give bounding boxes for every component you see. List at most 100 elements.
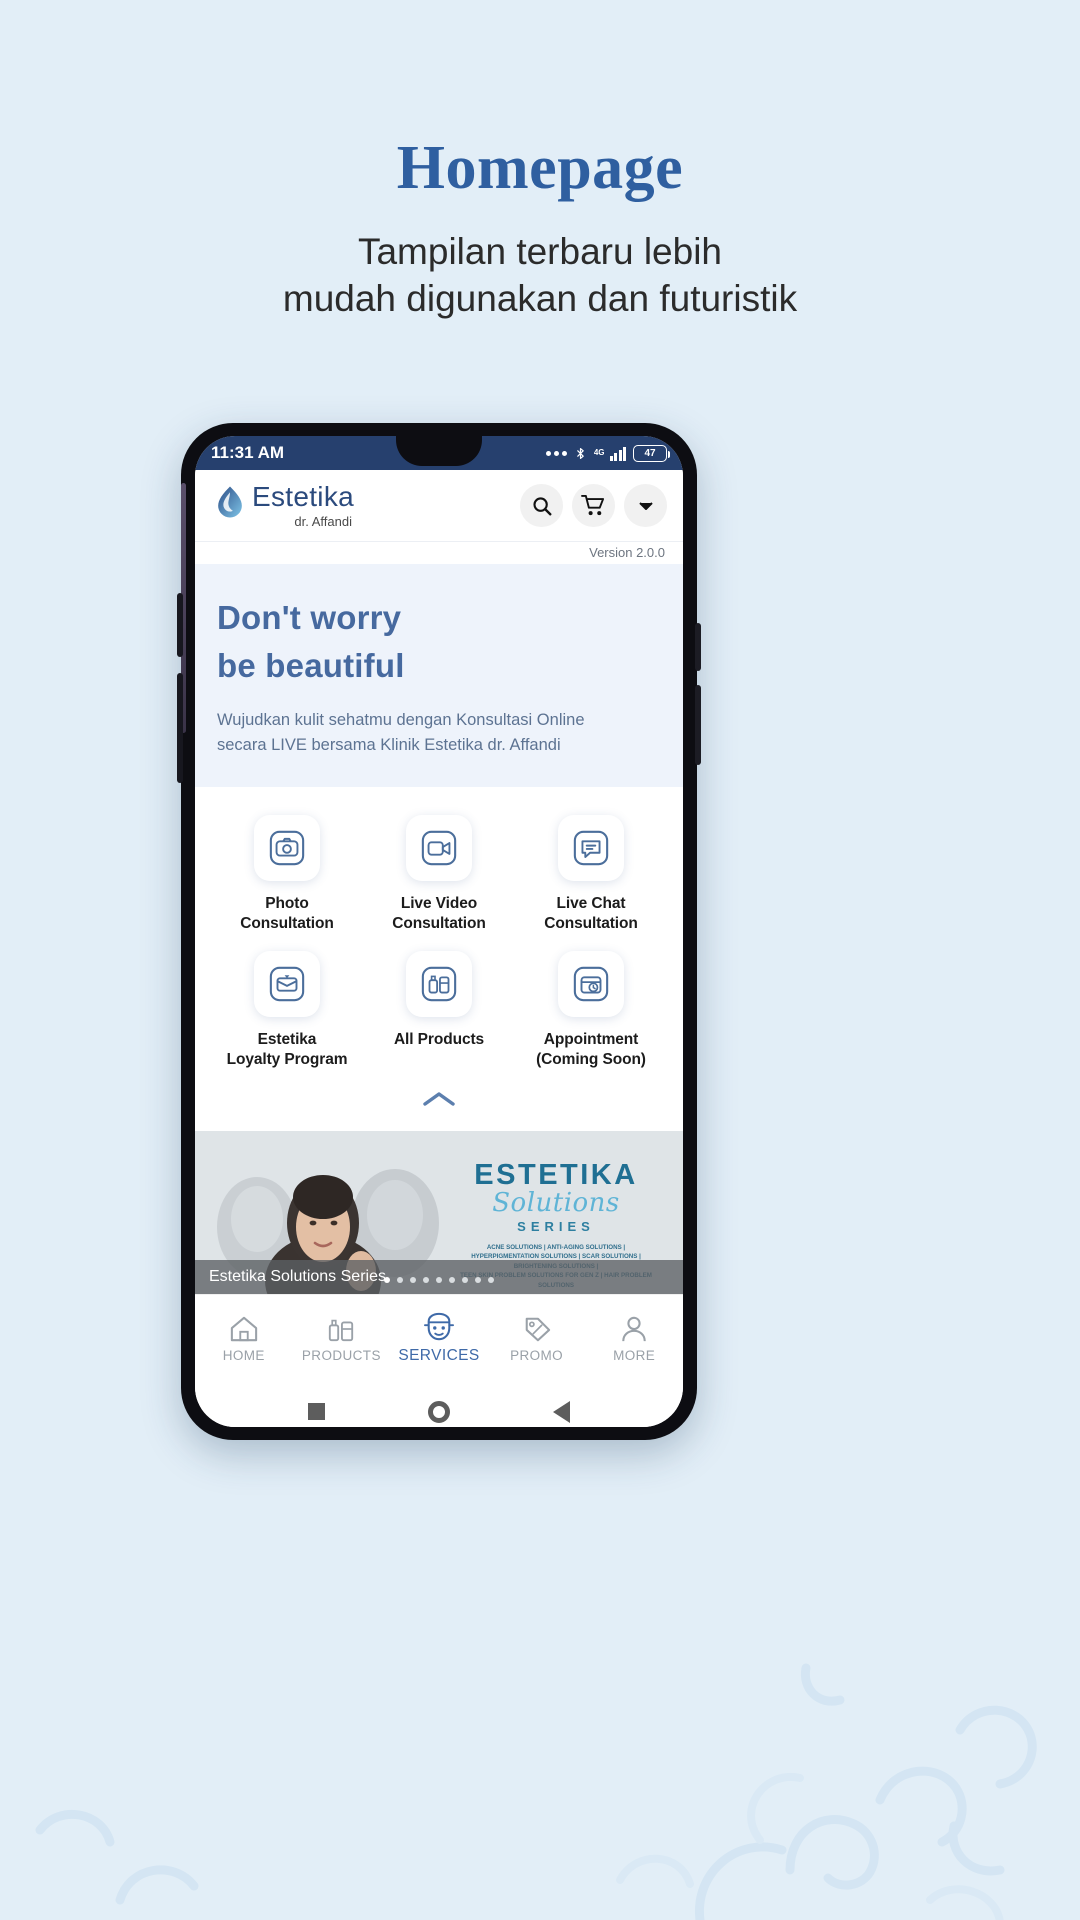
- hero-headline-line-1: Don't worry: [217, 599, 402, 636]
- banner-list-line-1: ACNE SOLUTIONS | ANTI-AGING SOLUTIONS |: [486, 1243, 626, 1251]
- bottom-navigation: HOME PRODUCTS SERVICES PROMO MORE: [195, 1293, 683, 1380]
- search-icon: [532, 496, 551, 515]
- nav-label: HOME: [222, 1348, 265, 1364]
- calendar-clock-icon: [573, 966, 609, 1001]
- nav-item-products[interactable]: PRODUCTS: [293, 1311, 391, 1363]
- menu-label-line-1: Estetika: [257, 1030, 317, 1048]
- quick-menu-grid: Photo Consultation Live Video Consultati…: [195, 786, 683, 1131]
- phone-screen: 11:31 AM 4G 47 Estetika dr. Affandi Vers…: [195, 436, 683, 1427]
- menu-label-line-2: Consultation: [544, 915, 638, 933]
- menu-item-estetika-loyalty-program[interactable]: Estetika Loyalty Program: [211, 950, 363, 1087]
- screenshot-root: Homepage Tampilan terbaru lebih mudah di…: [0, 0, 1080, 1920]
- volume-up-button: [695, 623, 701, 671]
- camera-notch: [396, 436, 482, 466]
- menu-tile: [254, 950, 320, 1017]
- triangle-back-icon[interactable]: [552, 1400, 570, 1423]
- nav-label: SERVICES: [398, 1346, 480, 1364]
- menu-item-label: Appointment (Coming Soon): [536, 1030, 646, 1071]
- menu-tile: [558, 814, 624, 881]
- menu-item-label: Live Chat Consultation: [544, 894, 638, 935]
- android-navigation-bar: [195, 1379, 683, 1427]
- subtitle-line-1: Tampilan terbaru lebih: [357, 231, 723, 272]
- square-recents-icon[interactable]: [308, 1403, 326, 1421]
- hero-body: Wujudkan kulit sehatmu dengan Konsultasi…: [217, 708, 661, 759]
- menu-label-line-2: Consultation: [240, 915, 334, 933]
- nav-item-home[interactable]: HOME: [195, 1311, 293, 1363]
- camera-icon: [269, 830, 305, 866]
- menu-tile: [406, 814, 472, 881]
- nav-label: MORE: [613, 1348, 656, 1364]
- search-button[interactable]: [520, 484, 563, 527]
- promo-banner-carousel[interactable]: ESTETIKA Solutions SERIES ACNE SOLUTIONS…: [195, 1130, 683, 1294]
- banner-brand-bottom: SERIES: [517, 1218, 595, 1234]
- menu-label-line-2: Consultation: [392, 915, 486, 933]
- hero-headline-line-2: be beautiful: [217, 646, 405, 684]
- status-icons: 4G 47: [545, 444, 670, 462]
- status-bar: 11:31 AM 4G 47: [195, 436, 683, 470]
- hero-section: Don't worry be beautiful Wujudkan kulit …: [195, 564, 683, 787]
- signal-bars-icon: [609, 446, 626, 461]
- version-label: Version 2.0.0: [195, 542, 683, 564]
- menu-item-appointment[interactable]: Appointment (Coming Soon): [515, 950, 667, 1087]
- menu-item-photo-consultation[interactable]: Photo Consultation: [211, 814, 363, 951]
- nav-item-promo[interactable]: PROMO: [488, 1311, 586, 1363]
- battery-indicator: 47: [633, 444, 670, 462]
- nav-item-more[interactable]: MORE: [585, 1311, 683, 1363]
- quick-menu-row-2: Estetika Loyalty Program All Products Ap…: [211, 950, 667, 1087]
- chat-bubble-icon: [573, 830, 609, 866]
- network-type-label: 4G: [593, 448, 605, 457]
- shopping-cart-icon: [581, 494, 605, 516]
- menu-item-live-chat-consultation[interactable]: Live Chat Consultation: [515, 814, 667, 951]
- loyalty-card-icon: [269, 966, 305, 1001]
- services-face-icon: [423, 1310, 455, 1342]
- phone-side-button-lower: [177, 673, 183, 783]
- hero-body-line-2: secara LIVE bersama Klinik Estetika dr. …: [217, 736, 561, 755]
- nav-item-services[interactable]: SERVICES: [390, 1310, 488, 1365]
- bluetooth-icon: [577, 447, 584, 459]
- estetika-droplet-leaf-icon: [218, 486, 242, 518]
- carousel-dots[interactable]: [384, 1276, 494, 1283]
- menu-tile: [406, 950, 472, 1017]
- menu-tile: [254, 814, 320, 881]
- more-dots-icon: [545, 450, 567, 456]
- cart-button[interactable]: [572, 484, 615, 527]
- promo-tag-icon: [522, 1311, 552, 1343]
- page-subtitle: Tampilan terbaru lebih mudah digunakan d…: [0, 228, 1080, 323]
- products-bottles-icon: [421, 966, 457, 1001]
- phone-mockup: 11:31 AM 4G 47 Estetika dr. Affandi Vers…: [177, 423, 701, 1440]
- brand-name: Estetika: [252, 481, 354, 512]
- person-icon: [620, 1311, 648, 1343]
- menu-label-line-1: Live Video: [400, 894, 478, 912]
- chevron-up-icon: [423, 1091, 455, 1106]
- menu-label-line-2: (Coming Soon): [536, 1051, 646, 1069]
- dropdown-button[interactable]: [624, 484, 667, 527]
- menu-label-line-1: Live Chat: [556, 894, 626, 912]
- circle-home-icon[interactable]: [427, 1400, 450, 1423]
- subtitle-line-2: mudah digunakan dan futuristik: [282, 278, 798, 320]
- menu-tile: [558, 950, 624, 1017]
- hero-headline: Don't worry be beautiful: [217, 594, 661, 690]
- app-logo[interactable]: Estetika dr. Affandi: [215, 483, 354, 528]
- page-title: Homepage: [396, 134, 684, 202]
- cloud-decoration: [35, 1663, 1037, 1920]
- phone-side-button-upper: [177, 593, 183, 657]
- banner-brand-top: ESTETIKA: [474, 1158, 638, 1191]
- video-camera-icon: [421, 830, 457, 866]
- nav-label: PRODUCTS: [301, 1348, 381, 1364]
- collapse-menu-button[interactable]: [211, 1087, 667, 1121]
- menu-label-line-1: Appointment: [543, 1030, 639, 1048]
- products-icon: [326, 1311, 356, 1343]
- menu-label-line-1: All Products: [393, 1030, 485, 1048]
- status-time: 11:31 AM: [211, 443, 285, 462]
- hero-body-line-1: Wujudkan kulit sehatmu dengan Konsultasi…: [217, 710, 585, 729]
- menu-item-label: All Products: [394, 1030, 484, 1050]
- menu-item-live-video-consultation[interactable]: Live Video Consultation: [363, 814, 515, 951]
- quick-menu-row-1: Photo Consultation Live Video Consultati…: [211, 814, 667, 951]
- home-icon: [229, 1311, 259, 1343]
- menu-item-label: Estetika Loyalty Program: [227, 1030, 348, 1071]
- menu-item-all-products[interactable]: All Products: [363, 950, 515, 1087]
- app-bar-actions: [520, 484, 667, 527]
- chevron-down-icon: [638, 501, 653, 510]
- menu-item-label: Live Video Consultation: [392, 894, 486, 935]
- menu-item-label: Photo Consultation: [240, 894, 334, 935]
